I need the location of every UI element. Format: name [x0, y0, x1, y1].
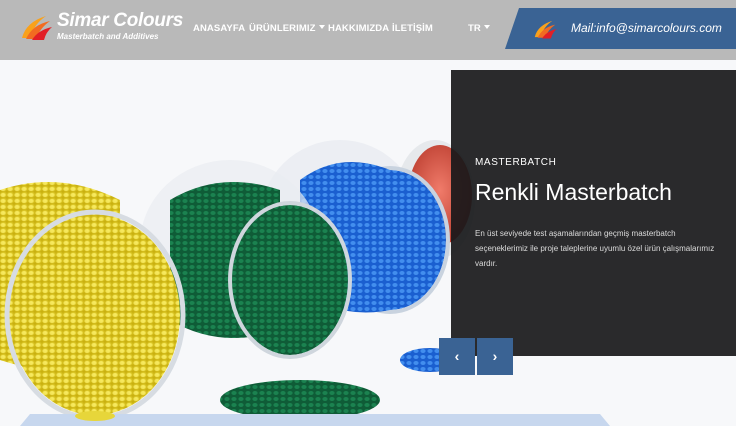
nav-item-urunlerimiz-label: ÜRÜNLERIMIZ [249, 23, 316, 34]
nav-item-iletisim[interactable]: İLETİŞİM [392, 23, 433, 34]
nav-item-anasayfa[interactable]: ANASAYFA [193, 23, 245, 34]
language-selector[interactable]: TR [468, 23, 490, 34]
slide-title: Renkli Masterbatch [475, 179, 672, 205]
chevron-down-icon [483, 25, 490, 29]
brand-name: Simar Colours [57, 10, 183, 31]
slide-description: En üst seviyede test aşamalarından geçmi… [475, 229, 715, 268]
prev-slide-button[interactable]: ‹ [439, 338, 475, 375]
brand-logo[interactable]: Simar Colours Masterbatch and Additives [20, 10, 183, 50]
logo-icon [534, 20, 557, 39]
logo-icon [22, 16, 52, 40]
nav-item-urunlerimiz[interactable]: ÜRÜNLERIMIZ [249, 23, 325, 34]
brand-tagline: Masterbatch and Additives [57, 32, 159, 41]
site-header: Simar Colours Masterbatch and Additives … [0, 0, 736, 60]
next-slide-button[interactable]: › [477, 338, 513, 375]
mail-link[interactable]: Mail:info@simarcolours.com [571, 21, 722, 35]
language-label: TR [468, 23, 481, 34]
slide-caption-panel [451, 70, 736, 356]
decorative-strip [20, 411, 610, 426]
slide-kicker: MASTERBATCH [475, 157, 557, 168]
mail-contact-box[interactable]: Mail:info@simarcolours.com [505, 8, 736, 49]
nav-item-hakkimizda[interactable]: HAKKIMIZDA [328, 23, 389, 34]
chevron-down-icon [318, 25, 325, 29]
